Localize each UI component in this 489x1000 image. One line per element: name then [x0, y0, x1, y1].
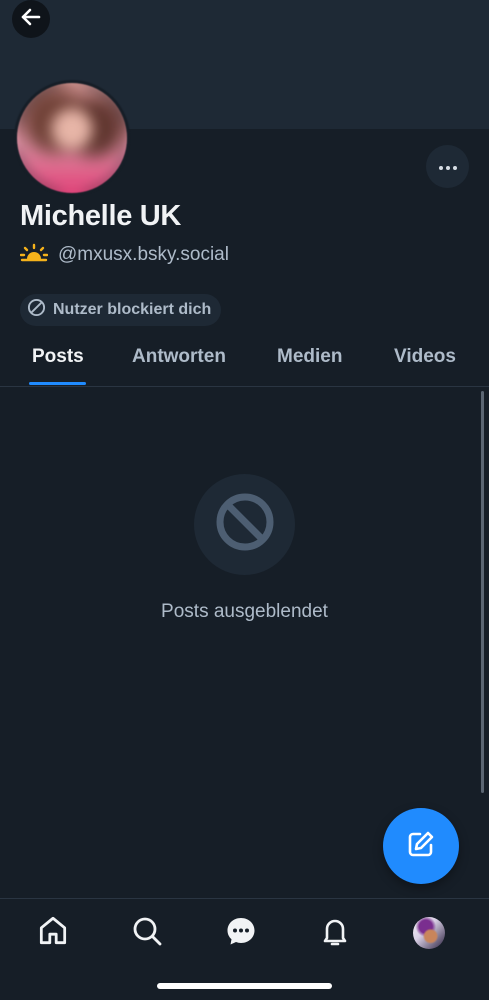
home-indicator [157, 983, 332, 989]
ellipsis-icon [438, 158, 458, 176]
profile-tabs: Posts Antworten Medien Videos [0, 330, 489, 387]
nav-home-button[interactable] [33, 913, 73, 953]
display-name: Michelle UK [20, 200, 182, 232]
scrollbar[interactable] [481, 391, 484, 793]
more-options-button[interactable] [426, 145, 469, 188]
tab-posts[interactable]: Posts [32, 346, 84, 368]
nav-profile-button[interactable] [409, 913, 449, 953]
compose-icon [405, 828, 437, 865]
block-icon [214, 491, 276, 558]
tab-antworten[interactable]: Antworten [132, 346, 226, 368]
bell-icon [319, 915, 351, 952]
blocked-badge[interactable]: Nutzer blockiert dich [20, 294, 222, 326]
profile-avatar-small [413, 917, 445, 949]
back-button[interactable] [12, 0, 50, 38]
tab-medien[interactable]: Medien [277, 346, 342, 368]
chat-icon [225, 915, 257, 952]
search-icon [131, 915, 163, 952]
empty-state-icon-circle [194, 474, 295, 575]
home-icon [36, 914, 70, 953]
profile-handle[interactable]: @mxusx.bsky.social [58, 244, 229, 266]
active-tab-indicator [29, 382, 86, 385]
compose-button[interactable] [383, 808, 459, 884]
tab-videos[interactable]: Videos [394, 346, 456, 368]
blocked-label: Nutzer blockiert dich [53, 301, 212, 318]
nav-notifications-button[interactable] [315, 913, 355, 953]
handle-row: @mxusx.bsky.social [19, 243, 229, 268]
sunrise-icon [19, 243, 49, 268]
arrow-left-icon [19, 5, 43, 34]
profile-avatar[interactable] [14, 80, 130, 196]
nav-chat-button[interactable] [221, 913, 261, 953]
empty-state-message: Posts ausgeblendet [161, 601, 328, 622]
nav-search-button[interactable] [127, 913, 167, 953]
block-icon [27, 298, 46, 322]
